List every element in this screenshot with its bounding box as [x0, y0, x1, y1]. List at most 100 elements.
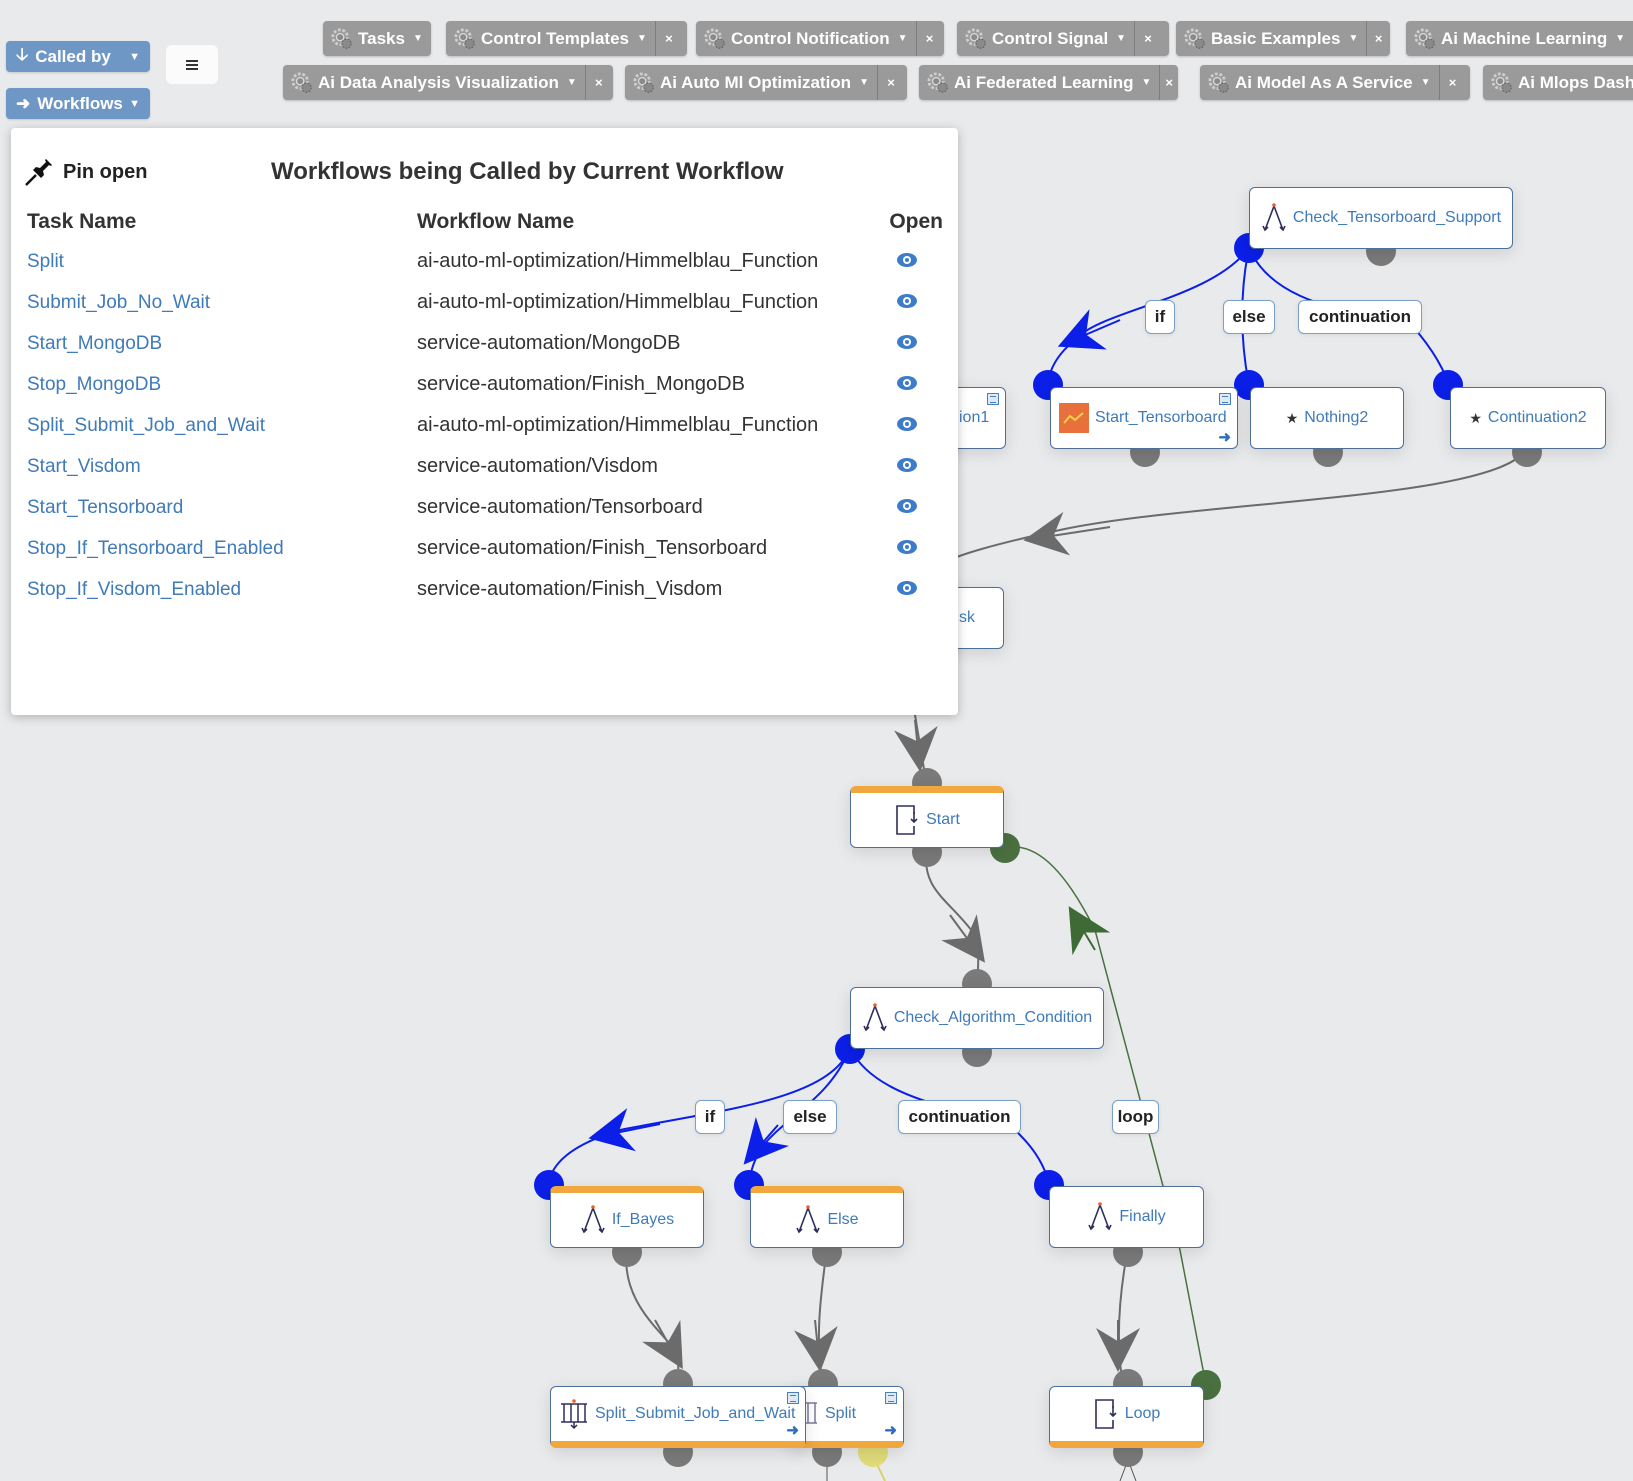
column-header-workflow-name: Workflow Name	[417, 210, 575, 233]
pin-open-label: Pin open	[63, 160, 148, 183]
workflow-name: service-automation/MongoDB	[417, 332, 681, 354]
table-row: Stop_If_Visdom_Enabled service-automation…	[27, 574, 957, 615]
eye-icon[interactable]	[897, 376, 917, 390]
arrow-right-icon[interactable]: ➜	[786, 1421, 799, 1439]
node-finally[interactable]: Finally	[1049, 1186, 1204, 1248]
workflow-name: ai-auto-ml-optimization/Himmelblau_Funct…	[417, 250, 819, 272]
table-row: Stop_If_Tensorboard_Enabled service-autom…	[27, 533, 957, 574]
branch-icon	[1262, 203, 1286, 232]
edge-label-if: if	[695, 1100, 725, 1134]
workflow-name: service-automation/Finish_Tensorboard	[417, 537, 768, 559]
table-row: Submit_Job_No_Wait ai-auto-ml-optimizatio…	[27, 287, 957, 328]
edge-if-2-arrow	[588, 1108, 661, 1152]
called-workflows-table: Task Name Workflow Name Open Split ai-aut…	[27, 210, 957, 615]
tensorboard-icon	[1059, 403, 1089, 433]
task-link[interactable]: Split_Submit_Job_and_Wait	[27, 415, 265, 436]
node-nothing2[interactable]: ★ Nothing2	[1250, 387, 1404, 449]
star-icon: ★	[1469, 409, 1482, 426]
column-header-task-name: Task Name	[27, 210, 137, 233]
workflow-name: service-automation/Finish_Visdom	[417, 578, 723, 600]
edge-continuation2-return	[949, 447, 1528, 561]
branch-icon	[863, 1003, 887, 1032]
split-icon	[561, 1399, 587, 1430]
node-split[interactable]: Split ➜	[790, 1386, 904, 1448]
eye-icon[interactable]	[897, 581, 917, 595]
workflow-name: service-automation/Tensorboard	[417, 496, 703, 518]
edge-loop-arrow	[1068, 906, 1111, 956]
table-row: Split ai-auto-ml-optimization/Himmelblau_…	[27, 246, 957, 287]
config-icon[interactable]	[1219, 393, 1231, 405]
node-label: Continuation2	[1487, 409, 1587, 426]
task-link[interactable]: Start_MongoDB	[27, 333, 162, 354]
eye-icon[interactable]	[897, 335, 917, 349]
eye-icon[interactable]	[897, 458, 917, 472]
called-workflows-popup: Pin open Workflows being Called by Curre…	[11, 128, 958, 715]
pin-open-toggle[interactable]: Pin open	[23, 156, 147, 188]
task-link[interactable]: Start_Visdom	[27, 456, 141, 477]
node-split-submit-job-and-wait[interactable]: Split_Submit_Job_and_Wait ➜	[550, 1386, 806, 1448]
node-check-tensorboard-support[interactable]: Check_Tensorboard_Support	[1249, 187, 1513, 249]
node-start-tensorboard[interactable]: Start_Tensorboard ➜	[1050, 387, 1238, 449]
node-label: Start_Tensorboard	[1095, 409, 1227, 426]
eye-icon[interactable]	[897, 499, 917, 513]
branch-icon	[1088, 1202, 1113, 1231]
eye-icon[interactable]	[897, 253, 917, 267]
node-label: If_Bayes	[611, 1211, 675, 1228]
pushpin-icon	[25, 159, 52, 186]
table-row: Split_Submit_Job_and_Wait ai-auto-ml-opti…	[27, 410, 957, 451]
column-header-open: Open	[889, 210, 943, 233]
config-icon[interactable]	[787, 1392, 799, 1404]
table-row: Stop_MongoDB service-automation/Finish_Mo…	[27, 369, 957, 410]
task-link[interactable]: Stop_If_Visdom_Enabled	[27, 579, 241, 600]
node-label: Start	[926, 811, 960, 828]
edge-label-else: else	[783, 1100, 837, 1134]
eye-icon[interactable]	[897, 417, 917, 431]
edge-label-continuation: continuation	[898, 1100, 1021, 1134]
workflow-name: ai-auto-ml-optimization/Himmelblau_Funct…	[417, 291, 819, 313]
node-continuation2[interactable]: ★ Continuation2	[1450, 387, 1606, 449]
edge-ifbayes-split-submit	[625, 1247, 680, 1386]
node-label: Nothing2	[1304, 409, 1369, 426]
start-icon	[896, 805, 918, 835]
table-row: Start_Tensorboard service-automation/Tens…	[27, 492, 957, 533]
task-link[interactable]: Submit_Job_No_Wait	[27, 292, 210, 313]
eye-icon[interactable]	[897, 294, 917, 308]
node-label: ion1	[959, 409, 990, 426]
node-check-algorithm-condition[interactable]: Check_Algorithm_Condition	[850, 987, 1104, 1049]
edge-label-else: else	[1223, 300, 1275, 334]
node-label: Check_Tensorboard_Support	[1292, 209, 1502, 226]
node-start[interactable]: Start	[850, 786, 1004, 848]
node-label: Split_Submit_Job_and_Wait	[595, 1405, 796, 1422]
edge-label-if: if	[1145, 300, 1175, 334]
task-link[interactable]: Split	[27, 251, 64, 272]
edge-label-loop: loop	[1112, 1100, 1159, 1134]
edge-ifbayes-arrow	[642, 1319, 683, 1370]
edge-else-2-arrow	[743, 1116, 790, 1165]
config-icon[interactable]	[987, 393, 999, 405]
node-label: Split	[825, 1405, 857, 1422]
task-link[interactable]: Stop_MongoDB	[27, 374, 161, 395]
workflow-name: ai-auto-ml-optimization/Himmelblau_Funct…	[417, 414, 819, 436]
table-row: Start_MongoDB service-automation/MongoDB	[27, 328, 957, 369]
edge-finally-loop	[1117, 1247, 1129, 1386]
task-link[interactable]: Start_Tensorboard	[27, 497, 183, 518]
table-row: Start_Visdom service-automation/Visdom	[27, 451, 957, 492]
edge-label-continuation: continuation	[1298, 300, 1422, 334]
edge-if-1-arrow	[1057, 309, 1121, 350]
node-else[interactable]: Else	[750, 1186, 904, 1248]
star-icon: ★	[1285, 409, 1299, 426]
eye-icon[interactable]	[897, 540, 917, 554]
node-if-bayes[interactable]: If_Bayes	[550, 1186, 704, 1248]
loop-icon	[1094, 1399, 1117, 1429]
popup-title: Workflows being Called by Current Workfl…	[271, 158, 784, 185]
edge-loop	[1004, 846, 1207, 1386]
config-icon[interactable]	[885, 1392, 897, 1404]
branch-icon	[796, 1205, 821, 1234]
task-link[interactable]: Stop_If_Tensorboard_Enabled	[27, 538, 284, 559]
node-loop[interactable]: Loop	[1049, 1386, 1204, 1448]
arrow-right-icon[interactable]: ➜	[1218, 428, 1231, 446]
edge-else-arrow	[793, 1319, 838, 1372]
node-label: Check_Algorithm_Condition	[893, 1009, 1093, 1026]
arrow-right-icon[interactable]: ➜	[884, 1421, 897, 1439]
branch-icon	[581, 1205, 605, 1234]
